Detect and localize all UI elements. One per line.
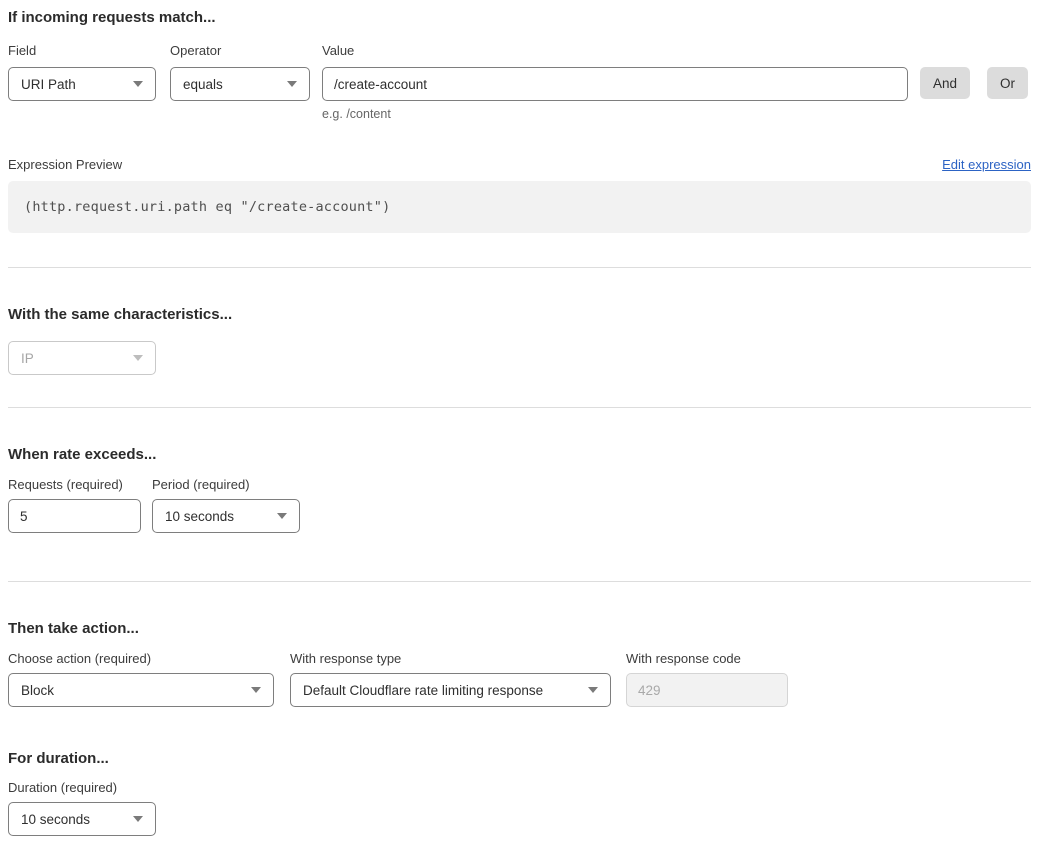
duration-label: Duration (required)	[8, 780, 156, 796]
operator-select[interactable]: equals	[170, 67, 310, 101]
rate-controls-row: Requests (required) Period (required) 10…	[8, 477, 1031, 533]
expression-preview-text: (http.request.uri.path eq "/create-accou…	[24, 199, 390, 215]
value-label: Value	[322, 43, 908, 59]
section-divider	[8, 407, 1031, 408]
caret-down-icon	[133, 355, 143, 361]
rate-limiting-rule-form: If incoming requests match... Field URI …	[8, 8, 1031, 836]
section-heading-characteristics: With the same characteristics...	[8, 305, 1031, 325]
operator-label: Operator	[170, 43, 310, 59]
response-code-label: With response code	[626, 651, 788, 667]
value-helper-text: e.g. /content	[322, 107, 908, 122]
caret-down-icon	[133, 81, 143, 87]
period-select[interactable]: 10 seconds	[152, 499, 300, 533]
response-type-select-value: Default Cloudflare rate limiting respons…	[303, 683, 543, 698]
section-divider	[8, 581, 1031, 582]
period-label: Period (required)	[152, 477, 300, 493]
action-controls-row: Choose action (required) Block With resp…	[8, 651, 1031, 707]
section-heading-rate: When rate exceeds...	[8, 445, 1031, 465]
or-button[interactable]: Or	[987, 67, 1028, 99]
section-heading-action: Then take action...	[8, 619, 1031, 639]
section-divider	[8, 267, 1031, 268]
edit-expression-link[interactable]: Edit expression	[942, 157, 1031, 173]
requests-input[interactable]	[8, 499, 141, 533]
caret-down-icon	[277, 513, 287, 519]
characteristic-select[interactable]: IP	[8, 341, 156, 375]
field-label: Field	[8, 43, 156, 59]
and-button[interactable]: And	[920, 67, 970, 99]
operator-select-value: equals	[183, 77, 223, 92]
caret-down-icon	[287, 81, 297, 87]
expression-preview-box: (http.request.uri.path eq "/create-accou…	[8, 181, 1031, 233]
action-select-value: Block	[21, 683, 54, 698]
duration-select[interactable]: 10 seconds	[8, 802, 156, 836]
response-type-select[interactable]: Default Cloudflare rate limiting respons…	[290, 673, 611, 707]
response-type-label: With response type	[290, 651, 611, 667]
section-heading-incoming-requests: If incoming requests match...	[8, 8, 1031, 28]
match-expression-row: Field URI Path Operator equals Value e.g…	[8, 43, 1031, 122]
period-select-value: 10 seconds	[165, 509, 234, 524]
value-input[interactable]	[322, 67, 908, 101]
field-select-value: URI Path	[21, 77, 76, 92]
caret-down-icon	[588, 687, 598, 693]
characteristic-select-value: IP	[21, 351, 34, 366]
caret-down-icon	[133, 816, 143, 822]
caret-down-icon	[251, 687, 261, 693]
requests-label: Requests (required)	[8, 477, 141, 493]
choose-action-label: Choose action (required)	[8, 651, 274, 667]
section-heading-duration: For duration...	[8, 749, 1031, 769]
action-select[interactable]: Block	[8, 673, 274, 707]
duration-select-value: 10 seconds	[21, 812, 90, 827]
expression-preview-header: Expression Preview Edit expression	[8, 157, 1031, 173]
connector-buttons: And Or	[920, 67, 1028, 99]
field-select[interactable]: URI Path	[8, 67, 156, 101]
response-code-input[interactable]	[626, 673, 788, 707]
expression-preview-label: Expression Preview	[8, 157, 122, 173]
